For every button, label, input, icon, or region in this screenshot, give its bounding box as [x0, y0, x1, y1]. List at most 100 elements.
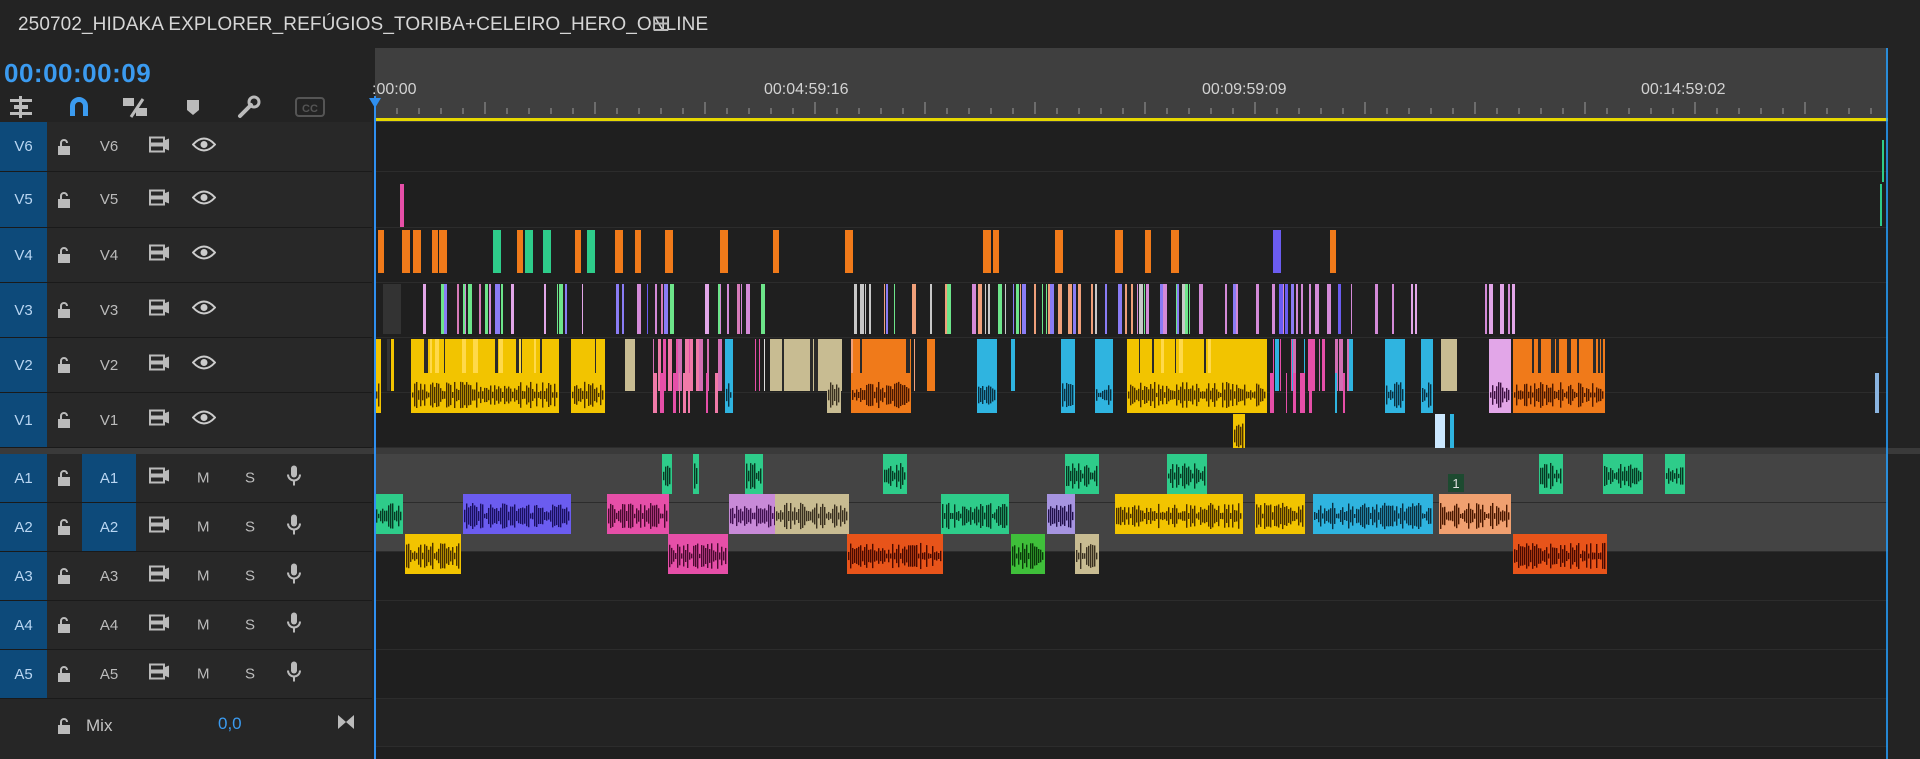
lock-icon[interactable]: [56, 191, 72, 209]
clip-a5-orange-wave[interactable]: [920, 542, 922, 570]
clip-a4-yellow-wave[interactable]: [1292, 510, 1294, 522]
clip-a1-yellow-wave[interactable]: [508, 386, 510, 404]
clip-a5-orange-wave[interactable]: [848, 551, 850, 561]
linked-selection-icon[interactable]: [118, 92, 152, 122]
clip-a1-yellow-wave[interactable]: [1158, 384, 1160, 406]
clip-v2[interactable]: [1091, 284, 1093, 334]
clip-a1-orange-wave[interactable]: [1516, 384, 1518, 406]
clip-a4-tan-wave[interactable]: [820, 506, 822, 526]
clip-a4-yellow-wave[interactable]: [1214, 508, 1216, 524]
clip-a4-cyan-wave[interactable]: [1390, 505, 1392, 527]
clip-a4-tan-wave[interactable]: [828, 511, 830, 521]
clip-a1-yellow-wave[interactable]: [460, 381, 462, 409]
clip-v2[interactable]: [884, 284, 885, 334]
clip-a4-green-wave[interactable]: [380, 510, 382, 522]
clip-v2[interactable]: [1020, 284, 1021, 334]
track-target-v2[interactable]: V2: [0, 338, 47, 392]
clip-a1-yellow-wave[interactable]: [540, 390, 542, 400]
clip-a4-purple-wave[interactable]: [1064, 506, 1066, 526]
clip-a4-cyan-wave[interactable]: [1422, 513, 1424, 519]
clip-a4-purple-wave[interactable]: [530, 513, 532, 519]
clip-a1-pink[interactable]: [706, 373, 708, 413]
clip-a4-green-wave[interactable]: [988, 504, 990, 528]
clip-a4-purple-wave[interactable]: [468, 507, 470, 525]
playhead-line[interactable]: [374, 96, 376, 759]
clip-a1-yellow-wave[interactable]: [470, 385, 472, 405]
clip-a4-yellow-wave[interactable]: [1294, 511, 1296, 521]
clip-a3-wave[interactable]: [1078, 463, 1080, 489]
clip-a1-tan-wave[interactable]: [828, 389, 830, 401]
clip-a5-tan-wave[interactable]: [1078, 552, 1080, 560]
track-source-a5[interactable]: A5: [82, 650, 136, 698]
clip-a3-wave[interactable]: [1202, 471, 1204, 481]
clip-v2[interactable]: [485, 284, 488, 334]
clip-a1-yellow-wave[interactable]: [1262, 388, 1264, 402]
clip-v1-pink[interactable]: [764, 339, 765, 391]
clip-a5-orange-wave[interactable]: [1544, 550, 1546, 562]
clip-a4-yellow-wave[interactable]: [1232, 504, 1234, 528]
clip-a4-cyan-wave[interactable]: [1372, 506, 1374, 526]
clip-a1-yellow-wave[interactable]: [1256, 383, 1258, 407]
clip-a4-orange-wave[interactable]: [1478, 504, 1480, 528]
clip-v2[interactable]: [1309, 284, 1311, 334]
clip-a1-cyan-wave[interactable]: [1110, 389, 1112, 401]
clip-a4-pink-wave[interactable]: [614, 509, 616, 523]
clip-v2[interactable]: [1131, 284, 1133, 334]
clip-a1-cyan-wave[interactable]: [730, 392, 732, 398]
clip-a4-cyan-wave[interactable]: [1356, 508, 1358, 524]
clip-a1-cyan-wave[interactable]: [1068, 384, 1070, 406]
clip-v2[interactable]: [1078, 284, 1081, 334]
clip-v2[interactable]: [886, 284, 888, 334]
clip-a3-wave[interactable]: [696, 468, 698, 484]
track-target-v4[interactable]: V4: [0, 228, 47, 282]
clip-v2[interactable]: [501, 284, 503, 334]
clip-a4-green-wave[interactable]: [948, 502, 950, 530]
clip-a4-purple-wave[interactable]: [538, 507, 540, 525]
clip-v3[interactable]: [845, 230, 853, 273]
eye-icon[interactable]: [191, 245, 217, 266]
clip-a1-orange-wave[interactable]: [1564, 392, 1566, 398]
clip-v3[interactable]: [615, 230, 623, 273]
clip-a4-cyan-wave[interactable]: [1336, 513, 1338, 519]
clip-a5-orange-wave[interactable]: [938, 553, 940, 559]
clip-a4-green-wave[interactable]: [976, 506, 978, 526]
clip-a4-yellow-wave[interactable]: [1142, 510, 1144, 522]
clip-a1-yellow-wave[interactable]: [550, 384, 552, 406]
clip-a5-orange-wave[interactable]: [1594, 552, 1596, 560]
clip-a4-yellow-wave[interactable]: [1186, 504, 1188, 528]
clip-a1-yellow-wave[interactable]: [510, 388, 512, 402]
clip-a1-orange-wave[interactable]: [886, 385, 888, 405]
clip-a1-yellow-wave[interactable]: [544, 391, 546, 399]
clip-a1-orange-wave[interactable]: [908, 388, 910, 402]
clip-a1-yellow-wave[interactable]: [1194, 390, 1196, 400]
clip-a4-cyan-wave[interactable]: [1334, 508, 1336, 524]
clip-a4-yellow-wave[interactable]: [1226, 509, 1228, 523]
clip-a4-purple-wave[interactable]: [1072, 511, 1074, 521]
clip-a4-cyan-wave[interactable]: [1398, 513, 1400, 519]
clip-a1-cyan-wave[interactable]: [1428, 382, 1430, 408]
clip-a1-yellow-wave[interactable]: [1236, 384, 1238, 406]
clip-a4-pink-wave[interactable]: [626, 510, 628, 522]
clip-a5-yellow-wave[interactable]: [416, 552, 418, 560]
clip-a3-wave[interactable]: [1558, 473, 1560, 479]
clip-a5-yellow-wave[interactable]: [440, 543, 442, 569]
clip-a4-yellow-wave[interactable]: [1132, 507, 1134, 525]
clip-a3-wave[interactable]: [663, 471, 665, 481]
clip-v2[interactable]: [1068, 284, 1072, 334]
clip-a5-pink-wave[interactable]: [725, 547, 727, 565]
mute-button[interactable]: M: [197, 470, 210, 487]
clip-a5-orange-wave[interactable]: [930, 553, 932, 559]
clip-a5-orange-wave[interactable]: [904, 546, 906, 566]
clip-a4-yellow-wave[interactable]: [1260, 505, 1262, 527]
clip-a4-cyan-wave[interactable]: [1402, 503, 1404, 529]
clip-v3[interactable]: [1171, 230, 1179, 273]
clip-a1-cyan-wave[interactable]: [994, 389, 996, 401]
clip-a4-yellow-wave[interactable]: [1180, 512, 1182, 520]
clip-a5-pink-wave[interactable]: [709, 549, 711, 563]
clip-a3-wave[interactable]: [1626, 470, 1628, 482]
clip-a1-yellow-wave[interactable]: [448, 383, 450, 407]
clip-a4-purple-wave[interactable]: [474, 505, 476, 527]
clip-a1-yellow-wave[interactable]: [574, 386, 576, 404]
clip-v2[interactable]: [1048, 284, 1050, 334]
clip-v1-pink[interactable]: [690, 339, 693, 391]
